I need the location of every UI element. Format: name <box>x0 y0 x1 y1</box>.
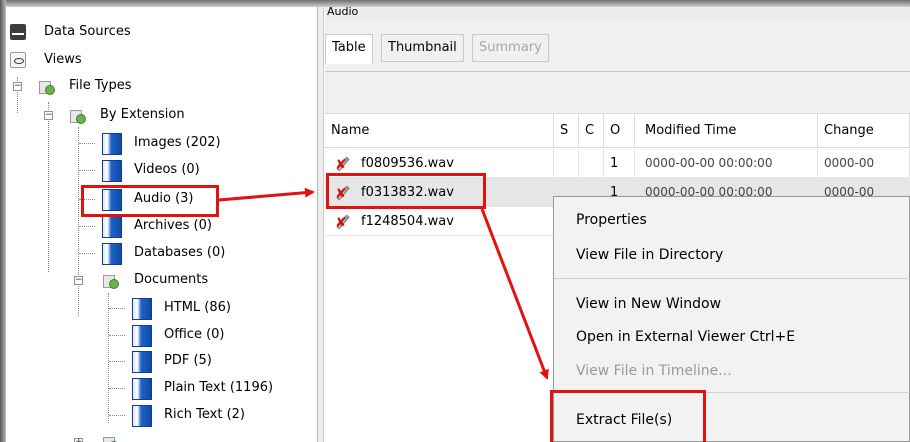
annotation-arrows <box>218 187 549 380</box>
tab-table[interactable]: Table <box>325 34 373 64</box>
arrow-to-extract <box>480 208 549 380</box>
window: Data Sources Views − File Types − By Ext… <box>0 0 910 442</box>
arrow-to-file <box>218 187 315 202</box>
